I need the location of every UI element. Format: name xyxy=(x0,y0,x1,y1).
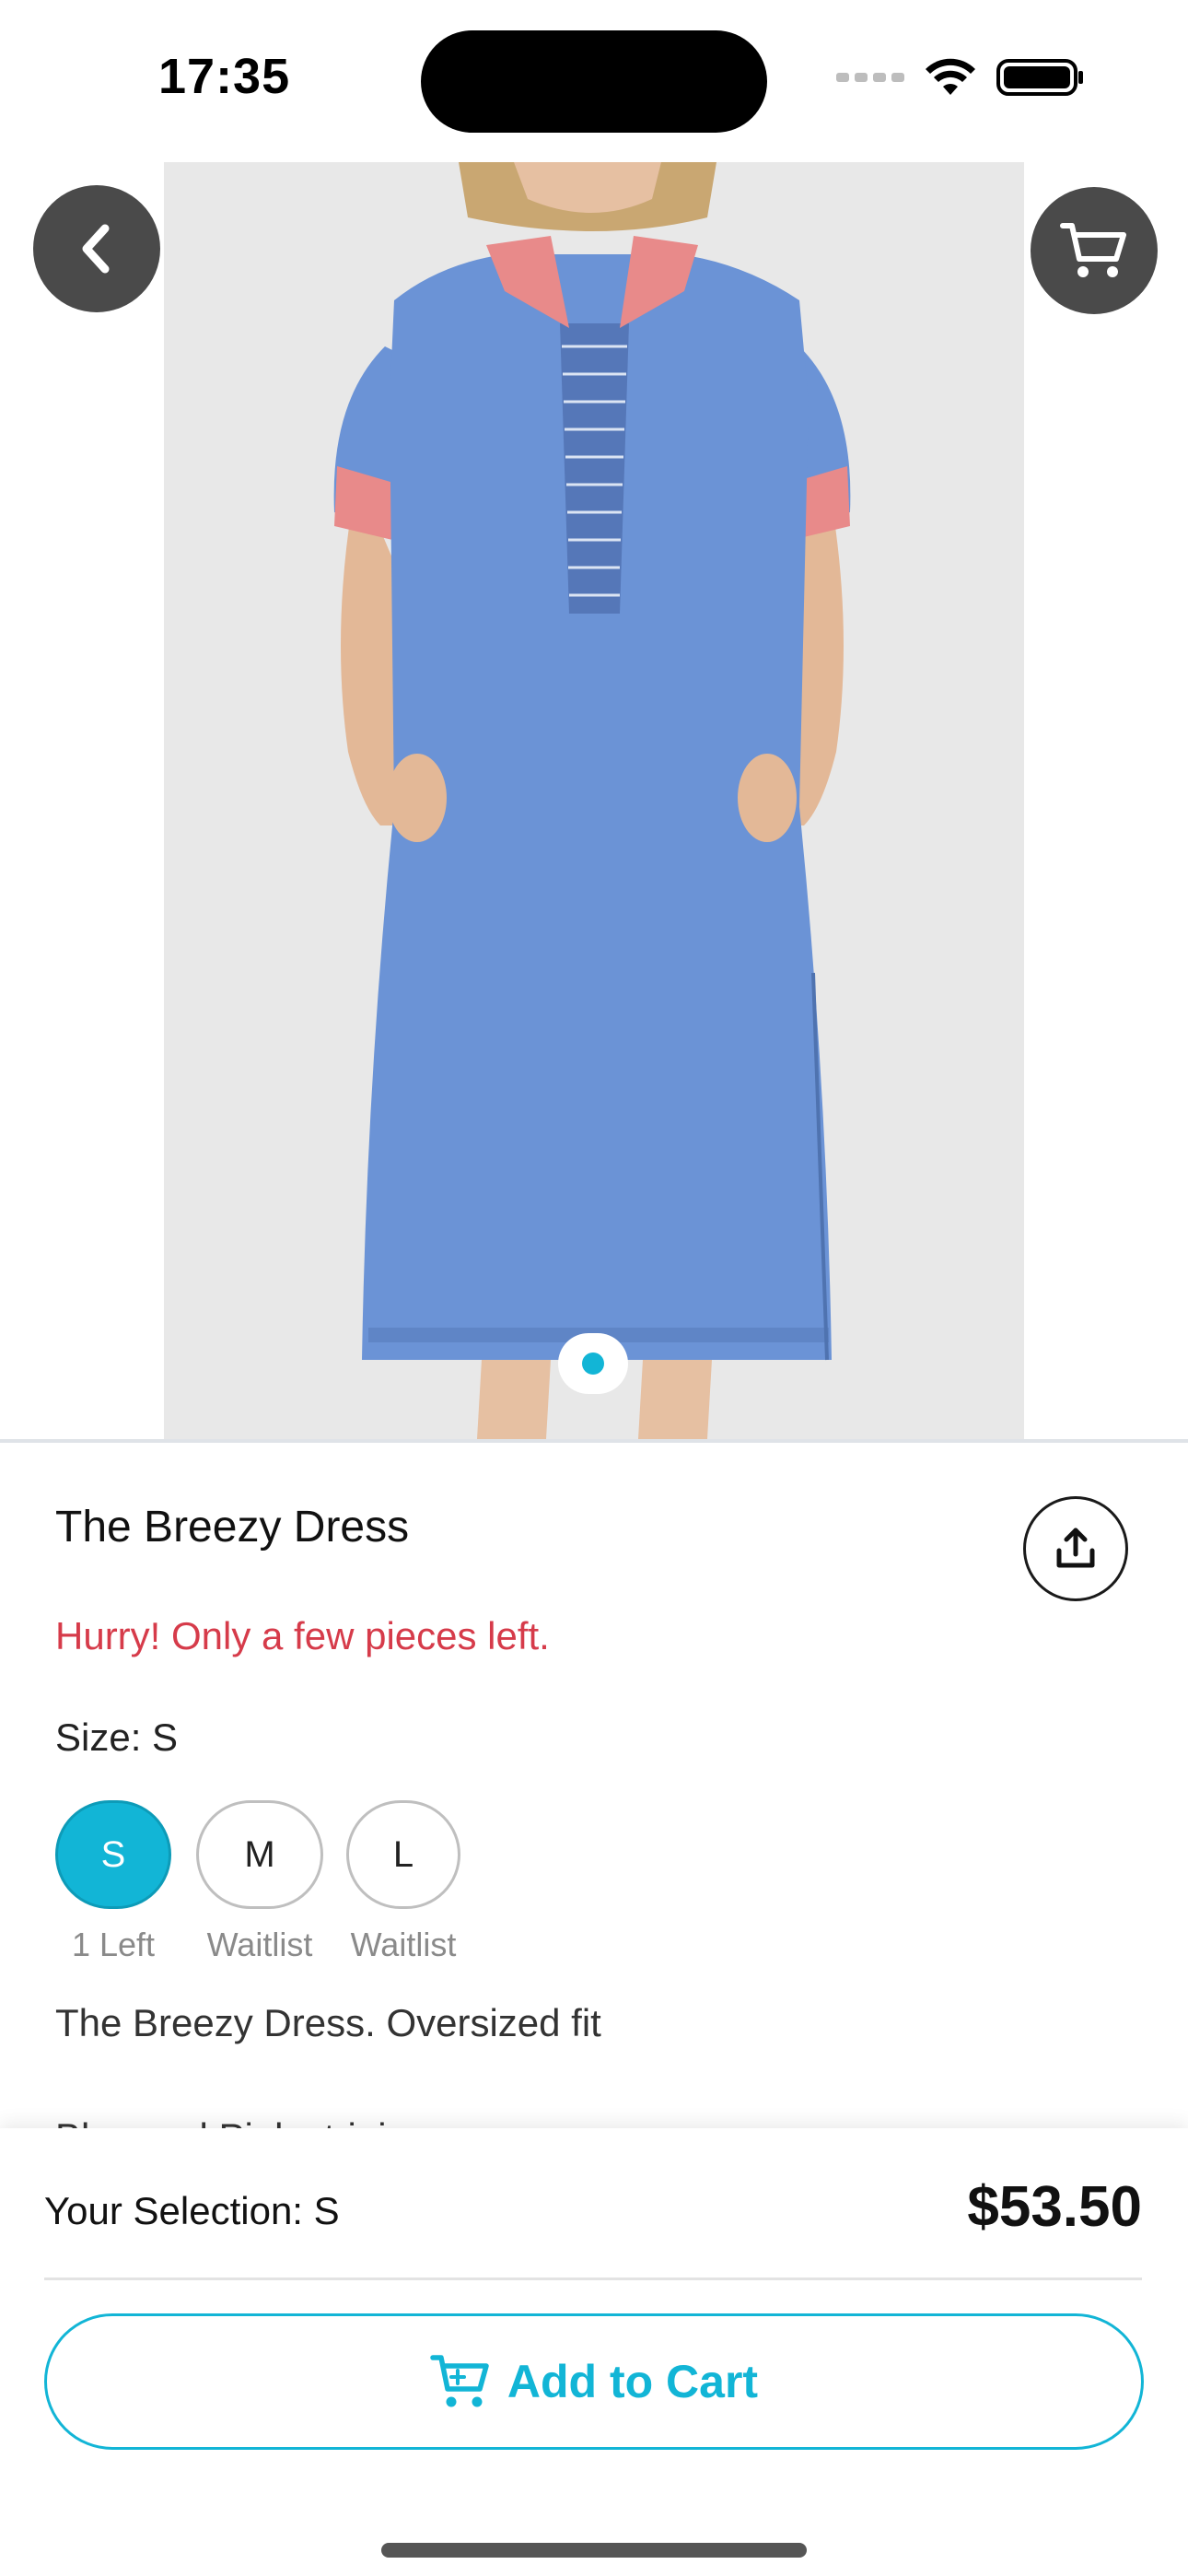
size-option-m[interactable]: M Waitlist xyxy=(196,1800,323,1964)
low-stock-warning: Hurry! Only a few pieces left. xyxy=(55,1614,550,1657)
carousel-dot-active xyxy=(582,1352,604,1375)
checkout-divider xyxy=(44,2277,1142,2280)
home-indicator[interactable] xyxy=(381,2543,807,2558)
share-button[interactable] xyxy=(1023,1496,1128,1601)
cellular-signal-icon xyxy=(836,73,904,82)
battery-icon xyxy=(996,59,1083,96)
status-icons xyxy=(836,57,1085,98)
product-description: The Breezy Dress. Oversized fit xyxy=(55,2001,601,2044)
product-description-continued: Blue and Pink striping xyxy=(55,2110,429,2130)
size-button-l[interactable]: L xyxy=(346,1800,460,1909)
size-status-m: Waitlist xyxy=(206,1926,313,1963)
size-button-s[interactable]: S xyxy=(55,1800,171,1909)
cart-button[interactable] xyxy=(1031,187,1158,314)
size-label: Size: S xyxy=(55,1715,179,1759)
image-divider xyxy=(0,1439,1188,1443)
back-button[interactable] xyxy=(33,185,160,312)
status-time: 17:35 xyxy=(158,49,291,104)
dynamic-island xyxy=(421,30,767,133)
cart-icon xyxy=(430,2355,489,2407)
carousel-indicator[interactable] xyxy=(558,1333,628,1394)
wifi-icon xyxy=(926,58,975,95)
checkout-bar: Your Selection: S $53.50 Add to Cart xyxy=(0,2128,1188,2576)
product-detail-screen: 17:35 The Breezy Dress Hurry! Only a few… xyxy=(0,0,1188,2576)
add-to-cart-label: Add to Cart xyxy=(507,2356,759,2407)
selection-summary: Your Selection: S xyxy=(44,2189,340,2232)
cart-icon xyxy=(1060,223,1126,277)
size-status-s: 1 Left xyxy=(71,1926,156,1963)
size-option-s[interactable]: S 1 Left xyxy=(55,1800,171,1964)
size-option-l[interactable]: L Waitlist xyxy=(346,1800,460,1964)
add-to-cart-button[interactable]: Add to Cart xyxy=(44,2313,1144,2450)
chevron-left-icon xyxy=(82,224,110,274)
share-icon xyxy=(1056,1528,1095,1568)
price: $53.50 xyxy=(967,2175,1142,2239)
product-title: The Breezy Dress xyxy=(55,1503,410,1551)
product-photo xyxy=(164,162,1024,1439)
size-button-m[interactable]: M xyxy=(196,1800,323,1909)
product-image-carousel[interactable] xyxy=(0,157,1188,1439)
size-status-l: Waitlist xyxy=(350,1926,457,1963)
status-bar: 17:35 xyxy=(0,0,1188,157)
